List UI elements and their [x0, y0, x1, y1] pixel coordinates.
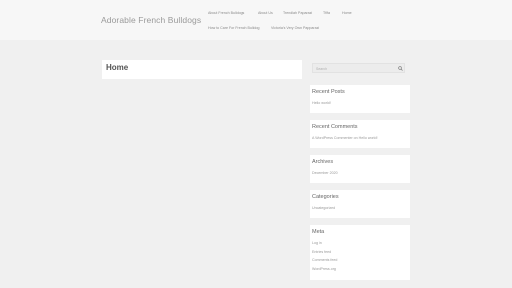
site-header: Adorable French Bulldogs About French Bu… [0, 0, 512, 40]
nav-item-victorias-papparazi[interactable]: Victoria's Very Own Papparazi [271, 26, 319, 30]
recent-comment-link[interactable]: A WordPress Commenter on Hello world! [312, 136, 377, 140]
recent-post-link[interactable]: Hello world! [312, 101, 331, 105]
widget-title: Recent Posts [312, 89, 345, 95]
widget-categories: Categories Uncategorized [310, 190, 410, 218]
search-icon[interactable] [398, 66, 403, 71]
nav-item-trendlah-paparazi[interactable]: Trendlah Paparazi [283, 11, 312, 15]
widget-title: Meta [312, 229, 325, 235]
widget-recent-comments: Recent Comments A WordPress Commenter on… [310, 120, 410, 148]
widget-title: Categories [312, 194, 339, 200]
search-input[interactable]: Search [312, 63, 405, 73]
nav-item-home[interactable]: Home [342, 11, 352, 15]
nav-item-tfifa[interactable]: Tfifa [323, 11, 330, 15]
meta-comments-feed-link[interactable]: Comments feed [312, 258, 337, 262]
widget-meta: Meta Log in Entries feed Comments feed W… [310, 225, 410, 280]
widget-title: Recent Comments [312, 124, 358, 130]
nav-item-how-to-care[interactable]: How to Care For French Bulldog [208, 26, 260, 30]
nav-item-about-us[interactable]: About Us [258, 11, 273, 15]
nav-item-about-french-bulldogs[interactable]: About French Bulldogs [208, 11, 244, 15]
meta-entries-feed-link[interactable]: Entries feed [312, 250, 331, 254]
meta-wordpress-link[interactable]: WordPress.org [312, 267, 336, 271]
widget-recent-posts: Recent Posts Hello world! [310, 85, 410, 113]
search-placeholder: Search [316, 66, 328, 71]
widget-archives: Archives December 2020 [310, 155, 410, 183]
category-link[interactable]: Uncategorized [312, 206, 335, 210]
page-title: Home [106, 63, 129, 72]
site-title[interactable]: Adorable French Bulldogs [101, 15, 201, 25]
meta-login-link[interactable]: Log in [312, 241, 322, 245]
archive-link[interactable]: December 2020 [312, 171, 338, 175]
widget-title: Archives [312, 159, 334, 165]
page-content: Home [102, 60, 302, 79]
